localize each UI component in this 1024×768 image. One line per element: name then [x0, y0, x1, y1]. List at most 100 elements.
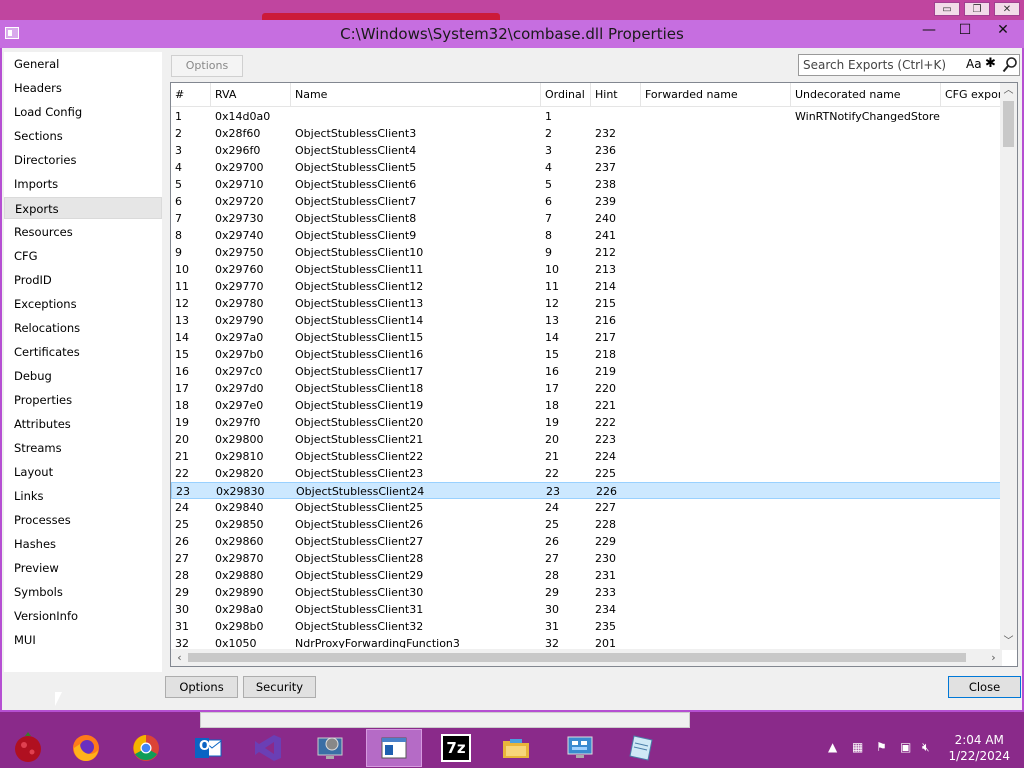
- chrome-icon[interactable]: [118, 729, 174, 767]
- table-row[interactable]: 15 0x297b0 ObjectStublessClient16 15 218: [171, 346, 1001, 363]
- sidebar-item-headers[interactable]: Headers: [4, 77, 162, 99]
- sidebar-item-resources[interactable]: Resources: [4, 221, 162, 243]
- network-control-icon[interactable]: [552, 729, 608, 767]
- table-row[interactable]: 23 0x29830 ObjectStublessClient24 23 226: [171, 482, 1001, 499]
- horizontal-scrollbar[interactable]: ‹ ›: [171, 649, 1002, 666]
- connection-tray-icon[interactable]: ▣: [900, 740, 911, 754]
- volume-muted-icon[interactable]: 🔇︎: [922, 740, 930, 755]
- minimize-button[interactable]: —: [912, 20, 946, 40]
- table-row[interactable]: 21 0x29810 ObjectStublessClient22 21 224: [171, 448, 1001, 465]
- column-header-ordinal[interactable]: Ordinal: [541, 83, 591, 107]
- sidebar-item-streams[interactable]: Streams: [4, 437, 162, 459]
- sidebar-item-attributes[interactable]: Attributes: [4, 413, 162, 435]
- notepad-icon[interactable]: [614, 729, 670, 767]
- table-row[interactable]: 32 0x1050 NdrProxyForwardingFunction3 32 201: [171, 635, 1001, 648]
- table-row[interactable]: 25 0x29850 ObjectStublessClient26 25 228: [171, 516, 1001, 533]
- table-row[interactable]: 31 0x298b0 ObjectStublessClient32 31 235: [171, 618, 1001, 635]
- sidebar-item-preview[interactable]: Preview: [4, 557, 162, 579]
- search-icon[interactable]: [1002, 56, 1018, 74]
- file-properties-icon[interactable]: [366, 729, 422, 767]
- search-input[interactable]: Search Exports (Ctrl+K) Aa ✱: [798, 54, 1020, 76]
- start-orb-icon[interactable]: [0, 729, 56, 767]
- sidebar-item-sections[interactable]: Sections: [4, 125, 162, 147]
- maximize-button[interactable]: ☐: [948, 20, 982, 40]
- network-tray-icon[interactable]: ▦: [852, 740, 863, 754]
- table-row[interactable]: 27 0x29870 ObjectStublessClient28 27 230: [171, 550, 1001, 567]
- table-row[interactable]: 11 0x29770 ObjectStublessClient12 11 214: [171, 278, 1001, 295]
- sidebar-item-versioninfo[interactable]: VersionInfo: [4, 605, 162, 627]
- vertical-scrollbar[interactable]: ︿ ﹀: [1000, 83, 1017, 650]
- visual-studio-icon[interactable]: [240, 729, 296, 767]
- sidebar-item-mui[interactable]: MUI: [4, 629, 162, 651]
- table-row[interactable]: 7 0x29730 ObjectStublessClient8 7 240: [171, 210, 1001, 227]
- sidebar-item-processes[interactable]: Processes: [4, 509, 162, 531]
- column-header-undecorated-name[interactable]: Undecorated name: [791, 83, 941, 107]
- sidebar-item-layout[interactable]: Layout: [4, 461, 162, 483]
- table-row[interactable]: 26 0x29860 ObjectStublessClient27 26 229: [171, 533, 1001, 550]
- table-row[interactable]: 18 0x297e0 ObjectStublessClient19 18 221: [171, 397, 1001, 414]
- background-minimize-icon[interactable]: ▭: [934, 2, 960, 16]
- table-row[interactable]: 4 0x29700 ObjectStublessClient5 4 237: [171, 159, 1001, 176]
- table-row[interactable]: 2 0x28f60 ObjectStublessClient3 2 232: [171, 125, 1001, 142]
- options-toolbar-button[interactable]: Options: [171, 55, 243, 77]
- outlook-icon[interactable]: O: [180, 729, 236, 767]
- table-row[interactable]: 28 0x29880 ObjectStublessClient29 28 231: [171, 567, 1001, 584]
- vertical-scroll-thumb[interactable]: [1003, 101, 1014, 147]
- regex-icon[interactable]: ✱: [985, 56, 996, 71]
- sidebar-item-load-config[interactable]: Load Config: [4, 101, 162, 123]
- horizontal-scroll-thumb[interactable]: [188, 653, 966, 662]
- sidebar-item-debug[interactable]: Debug: [4, 365, 162, 387]
- table-row[interactable]: 29 0x29890 ObjectStublessClient30 29 233: [171, 584, 1001, 601]
- column-header-name[interactable]: Name: [291, 83, 541, 107]
- sidebar-item-imports[interactable]: Imports: [4, 173, 162, 195]
- table-row[interactable]: 14 0x297a0 ObjectStublessClient15 14 217: [171, 329, 1001, 346]
- column-header-hint[interactable]: Hint: [591, 83, 641, 107]
- sidebar-item-symbols[interactable]: Symbols: [4, 581, 162, 603]
- close-window-button[interactable]: ✕: [986, 20, 1020, 40]
- table-row[interactable]: 20 0x29800 ObjectStublessClient21 20 223: [171, 431, 1001, 448]
- sidebar-item-exceptions[interactable]: Exceptions: [4, 293, 162, 315]
- table-row[interactable]: 16 0x297c0 ObjectStublessClient17 16 219: [171, 363, 1001, 380]
- scroll-right-icon[interactable]: ›: [985, 649, 1002, 666]
- table-row[interactable]: 12 0x29780 ObjectStublessClient13 12 215: [171, 295, 1001, 312]
- scroll-down-icon[interactable]: ﹀: [1000, 634, 1017, 650]
- sidebar-item-exports[interactable]: Exports: [4, 197, 162, 219]
- match-case-icon[interactable]: Aa: [966, 57, 982, 71]
- table-row[interactable]: 19 0x297f0 ObjectStublessClient20 19 222: [171, 414, 1001, 431]
- sidebar-item-relocations[interactable]: Relocations: [4, 317, 162, 339]
- sidebar-item-directories[interactable]: Directories: [4, 149, 162, 171]
- table-row[interactable]: 17 0x297d0 ObjectStublessClient18 17 220: [171, 380, 1001, 397]
- show-hidden-icons-icon[interactable]: ▲: [828, 740, 837, 754]
- sidebar-item-certificates[interactable]: Certificates: [4, 341, 162, 363]
- title-bar[interactable]: C:\Windows\System32\combase.dll Properti…: [0, 20, 1024, 48]
- background-restore-icon[interactable]: ❐: [964, 2, 990, 16]
- table-row[interactable]: 10 0x29760 ObjectStublessClient11 10 213: [171, 261, 1001, 278]
- column-header-forwarded-name[interactable]: Forwarded name: [641, 83, 791, 107]
- sidebar-item-general[interactable]: General: [4, 53, 162, 75]
- table-row[interactable]: 6 0x29720 ObjectStublessClient7 6 239: [171, 193, 1001, 210]
- sidebar-item-cfg[interactable]: CFG: [4, 245, 162, 267]
- sidebar-item-properties[interactable]: Properties: [4, 389, 162, 411]
- scroll-left-icon[interactable]: ‹: [171, 649, 188, 666]
- options-button[interactable]: Options: [165, 676, 238, 698]
- table-row[interactable]: 5 0x29710 ObjectStublessClient6 5 238: [171, 176, 1001, 193]
- scroll-up-icon[interactable]: ︿: [1000, 83, 1017, 99]
- table-row[interactable]: 22 0x29820 ObjectStublessClient23 22 225: [171, 465, 1001, 482]
- close-button[interactable]: Close: [948, 676, 1021, 698]
- table-row[interactable]: 30 0x298a0 ObjectStublessClient31 30 234: [171, 601, 1001, 618]
- column-header-rva[interactable]: RVA: [211, 83, 291, 107]
- firefox-icon[interactable]: [58, 729, 114, 767]
- system-settings-icon[interactable]: [302, 729, 358, 767]
- 7zip-icon[interactable]: 7z: [428, 729, 484, 767]
- table-row[interactable]: 9 0x29750 ObjectStublessClient10 9 212: [171, 244, 1001, 261]
- table-row[interactable]: 3 0x296f0 ObjectStublessClient4 3 236: [171, 142, 1001, 159]
- system-clock[interactable]: 2:04 AM 1/22/2024: [948, 732, 1010, 764]
- table-row[interactable]: 13 0x29790 ObjectStublessClient14 13 216: [171, 312, 1001, 329]
- table-row[interactable]: 8 0x29740 ObjectStublessClient9 8 241: [171, 227, 1001, 244]
- table-row[interactable]: 1 0x14d0a0 1 WinRTNotifyChangedStore: [171, 108, 1001, 125]
- column-header-cfg-export[interactable]: CFG export: [941, 83, 1001, 107]
- table-row[interactable]: 24 0x29840 ObjectStublessClient25 24 227: [171, 499, 1001, 516]
- file-explorer-icon[interactable]: [488, 729, 544, 767]
- background-close-icon[interactable]: ✕: [994, 2, 1020, 16]
- sidebar-item-prodid[interactable]: ProdID: [4, 269, 162, 291]
